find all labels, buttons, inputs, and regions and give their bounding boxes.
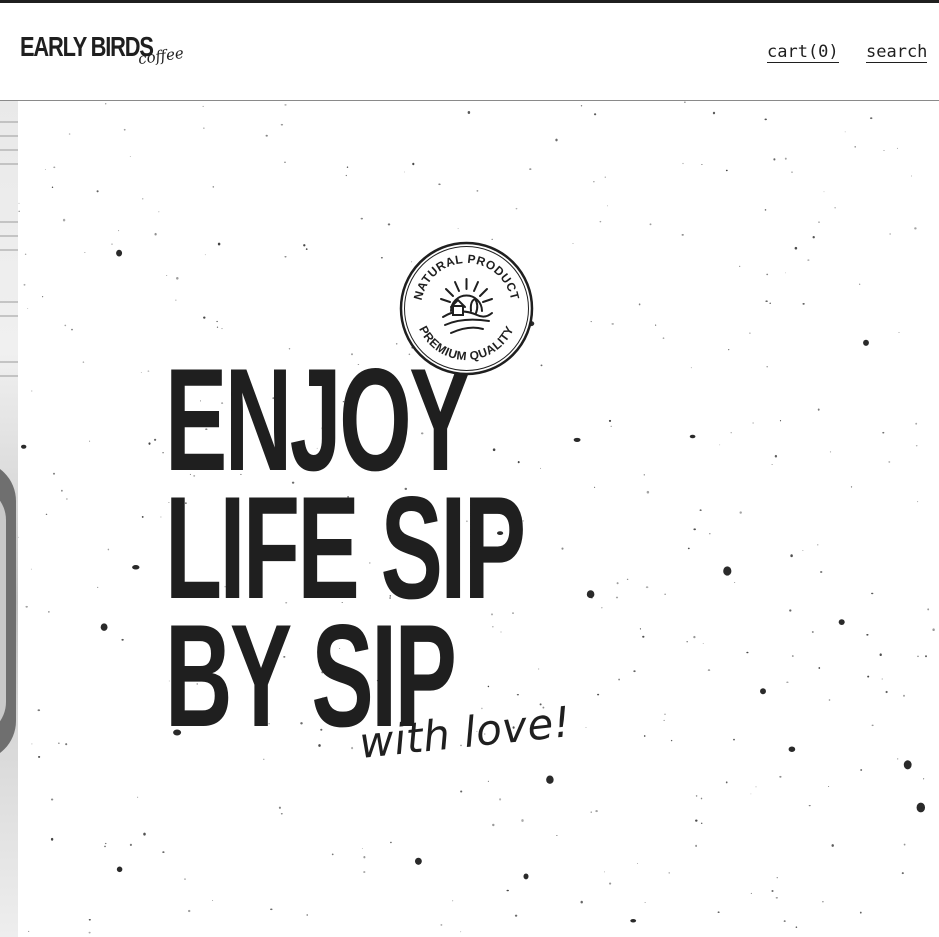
hero-section: ENJOY LIFE SIP BY SIP with love! NATURAL… xyxy=(0,101,939,937)
side-photo-edge xyxy=(0,101,18,937)
cart-link[interactable]: cart(0) xyxy=(767,43,839,63)
headline-line-2: LIFE SIP xyxy=(165,466,526,629)
site-header: EARLY BIRDS coffee cart(0) search xyxy=(0,3,939,101)
logo-wordmark: EARLY BIRDS xyxy=(20,31,154,62)
quality-badge: NATURAL PRODUCT PREMIUM QUALITY xyxy=(399,241,534,376)
hero-headline: ENJOY LIFE SIP BY SIP xyxy=(165,347,526,749)
search-link[interactable]: search xyxy=(866,43,928,63)
